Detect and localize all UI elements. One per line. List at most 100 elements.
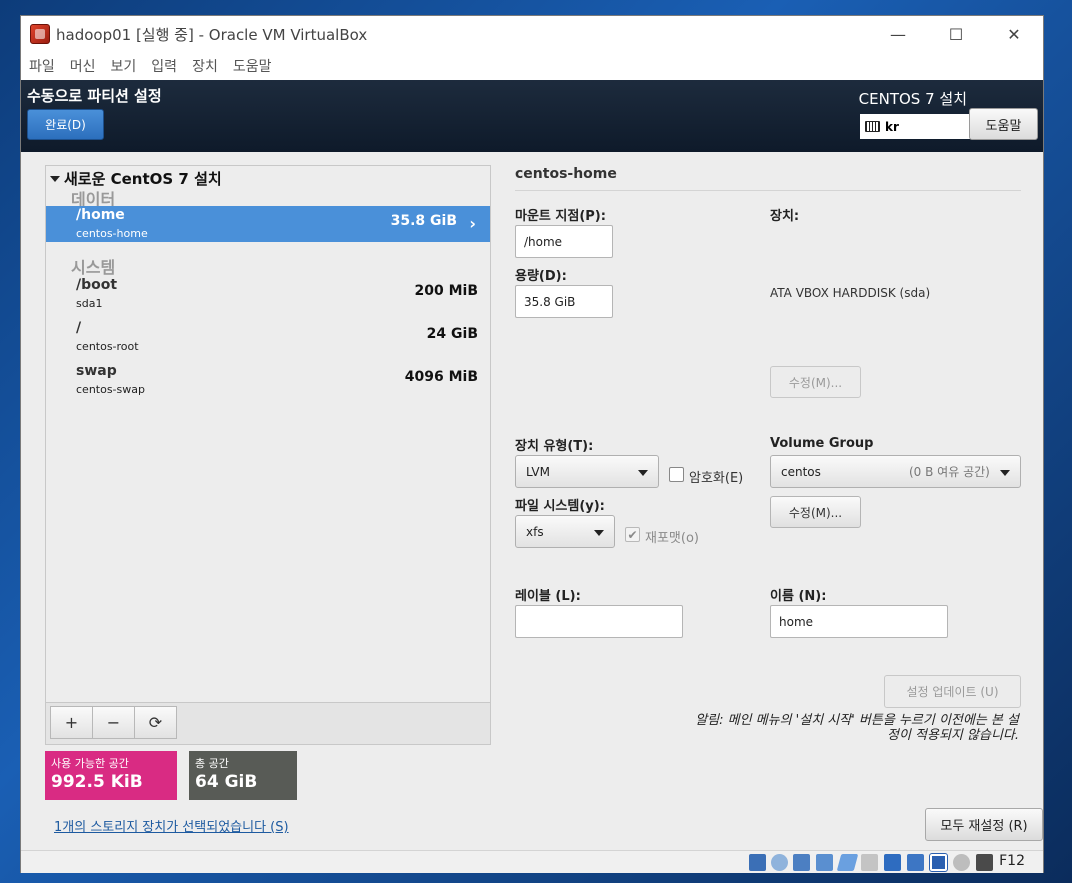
total-space-value: 64 GiB — [195, 772, 258, 792]
partition-row-home[interactable]: /home centos-home 35.8 GiB › — [46, 206, 490, 242]
dropdown-arrow-icon — [1000, 469, 1010, 476]
partition-device: centos-root — [76, 340, 139, 353]
minimize-icon: — — [890, 24, 906, 44]
vm-screen: 수동으로 파티션 설정 완료(D) CENTOS 7 설치 kr 도움말 새로운… — [21, 80, 1043, 850]
total-space-block: 총 공간 64 GiB — [189, 751, 297, 800]
name-input[interactable]: home — [770, 605, 948, 638]
menu-machine[interactable]: 머신 — [70, 56, 96, 76]
remove-partition-button[interactable]: − — [92, 706, 135, 739]
partition-mount: /boot — [76, 277, 118, 293]
encrypt-checkbox[interactable] — [669, 467, 684, 482]
device-type-select[interactable]: LVM — [515, 455, 659, 488]
mount-point-label: 마운트 지점(P): — [515, 209, 606, 224]
partition-size: 24 GiB — [426, 326, 478, 342]
partition-size: 200 MiB — [414, 283, 479, 299]
title-bar[interactable]: hadoop01 [실행 중] - Oracle VM VirtualBox —… — [21, 16, 1043, 52]
partition-size: 4096 MiB — [404, 369, 478, 385]
audio-icon[interactable] — [793, 854, 810, 871]
optical-drive-icon[interactable] — [771, 854, 788, 871]
menu-bar: 파일 머신 보기 입력 장치 도움말 — [21, 52, 1043, 80]
done-button[interactable]: 완료(D) — [27, 109, 104, 140]
network-icon[interactable] — [816, 854, 833, 871]
status-bar: F12 — [21, 850, 1043, 873]
hard-disk-icon[interactable] — [749, 854, 766, 871]
partition-device: centos-home — [76, 227, 148, 240]
reformat-label: 재포맷(o) — [645, 531, 699, 546]
volume-group-select[interactable]: centos (0 B 여유 공간) — [770, 455, 1021, 488]
reformat-checkbox[interactable]: ✔ — [625, 527, 640, 542]
minimize-button[interactable]: — — [869, 16, 927, 52]
menu-devices[interactable]: 장치 — [192, 56, 218, 76]
filesystem-label: 파일 시스템(y): — [515, 499, 605, 514]
checkmark-icon: ✔ — [627, 527, 638, 542]
keyboard-icon — [865, 121, 880, 132]
refresh-button[interactable]: ⟳ — [134, 706, 177, 739]
mount-point-input[interactable]: /home — [515, 225, 613, 258]
partition-toolbar: + − ⟳ — [46, 702, 490, 744]
help-button[interactable]: 도움말 — [969, 108, 1038, 140]
page-title: 수동으로 파티션 설정 — [27, 87, 162, 105]
keyboard-layout-indicator[interactable]: kr — [860, 114, 970, 139]
label-field-label: 레이블 (L): — [515, 589, 581, 604]
reset-all-button[interactable]: 모두 재설정 (R) — [925, 808, 1043, 841]
section-system: 시스템 — [71, 258, 116, 277]
plus-icon: + — [64, 713, 79, 732]
dropdown-arrow-icon — [638, 469, 648, 476]
menu-help[interactable]: 도움말 — [233, 56, 272, 76]
close-button[interactable]: ✕ — [985, 16, 1043, 52]
virtualbox-app-icon — [30, 24, 50, 44]
modify-device-button[interactable]: 수정(M)... — [770, 366, 861, 398]
partition-device: centos-swap — [76, 383, 145, 396]
partition-row-boot[interactable]: /boot sda1 200 MiB — [46, 276, 490, 312]
volume-group-label: Volume Group — [770, 436, 874, 451]
keyboard-capture-icon[interactable] — [976, 854, 993, 871]
device-value: ATA VBOX HARDDISK (sda) — [770, 286, 931, 300]
minus-icon: − — [106, 713, 121, 732]
detail-divider — [515, 190, 1021, 191]
available-space-block: 사용 가능한 공간 992.5 KiB — [45, 751, 177, 800]
expand-triangle-icon[interactable] — [50, 175, 60, 182]
install-title: CENTOS 7 설치 — [858, 90, 967, 108]
display-icon[interactable] — [884, 854, 901, 871]
modify-volume-group-button[interactable]: 수정(M)... — [770, 496, 861, 528]
maximize-icon: ☐ — [948, 24, 964, 44]
encrypt-label: 암호화(E) — [689, 471, 744, 486]
maximize-button[interactable]: ☐ — [927, 16, 985, 52]
volume-group-value: centos — [781, 464, 821, 479]
partition-row-swap[interactable]: swap centos-swap 4096 MiB — [46, 362, 490, 398]
mouse-integration-icon[interactable] — [953, 854, 970, 871]
virtualization-icon[interactable] — [929, 853, 948, 872]
available-space-value: 992.5 KiB — [51, 772, 143, 792]
device-type-label: 장치 유형(T): — [515, 439, 594, 454]
capacity-label: 용량(D): — [515, 269, 567, 284]
total-space-label: 총 공간 — [195, 757, 229, 770]
partition-mount: / — [76, 320, 82, 336]
partition-row-root[interactable]: / centos-root 24 GiB — [46, 319, 490, 355]
menu-view[interactable]: 보기 — [111, 56, 137, 76]
anaconda-header: 수동으로 파티션 설정 완료(D) CENTOS 7 설치 kr 도움말 — [21, 80, 1043, 152]
refresh-icon: ⟳ — [148, 713, 163, 732]
device-type-value: LVM — [526, 464, 550, 479]
label-input[interactable] — [515, 605, 683, 638]
virtualbox-window: hadoop01 [실행 중] - Oracle VM VirtualBox —… — [20, 15, 1044, 873]
menu-input[interactable]: 입력 — [151, 56, 177, 76]
add-partition-button[interactable]: + — [50, 706, 93, 739]
device-label: 장치: — [770, 209, 800, 224]
keyboard-layout-label: kr — [885, 119, 899, 134]
partition-mount: swap — [76, 363, 117, 379]
filesystem-value: xfs — [526, 524, 544, 539]
usb-icon[interactable] — [836, 854, 859, 871]
update-settings-button[interactable]: 설정 업데이트 (U) — [884, 675, 1021, 708]
capacity-input[interactable]: 35.8 GiB — [515, 285, 613, 318]
storage-devices-link[interactable]: 1개의 스토리지 장치가 선택되었습니다 (S) — [54, 816, 289, 835]
close-icon: ✕ — [1007, 24, 1021, 44]
host-key-label: F12 — [999, 853, 1025, 869]
recording-icon[interactable] — [907, 854, 924, 871]
filesystem-select[interactable]: xfs — [515, 515, 615, 548]
partition-size: 35.8 GiB — [390, 213, 457, 229]
partition-device: sda1 — [76, 297, 103, 310]
window-title: hadoop01 [실행 중] - Oracle VM VirtualBox — [56, 25, 368, 44]
volume-group-free: (0 B 여유 공간) — [909, 465, 990, 479]
shared-folder-icon[interactable] — [861, 854, 878, 871]
menu-file[interactable]: 파일 — [29, 56, 55, 76]
